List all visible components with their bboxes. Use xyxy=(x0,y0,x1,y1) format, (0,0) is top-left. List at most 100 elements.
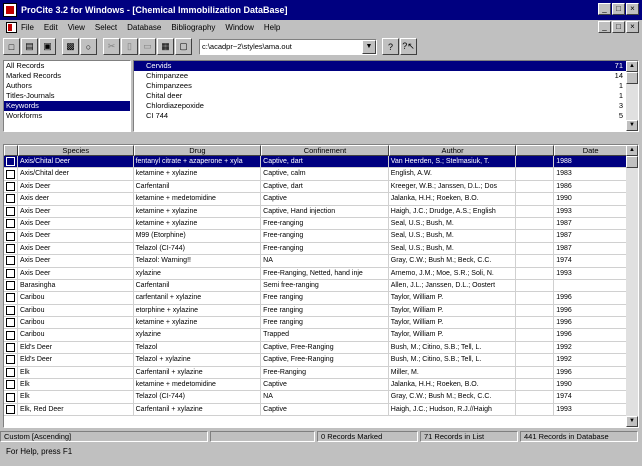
scroll-up-icon[interactable]: ▲ xyxy=(626,61,638,72)
output-style-combo[interactable]: c:\acadpr~2\styles\ama.out ▼ xyxy=(199,38,377,55)
group-item[interactable]: Titles-Journals xyxy=(4,91,130,101)
term-item[interactable]: CI 744 5 xyxy=(134,111,626,121)
table-row[interactable]: Axis Deer ketamine + xylazine Free-ranging… xyxy=(4,217,626,231)
menu-file[interactable]: File xyxy=(21,23,34,32)
group-item[interactable]: Authors xyxy=(4,81,130,91)
column-header-species[interactable]: Species xyxy=(17,145,134,156)
help-button[interactable]: ? xyxy=(382,38,399,55)
mark-checkbox[interactable] xyxy=(5,380,15,390)
column-header-date[interactable]: Date xyxy=(554,145,626,156)
mark-checkbox[interactable] xyxy=(5,157,15,167)
table-row[interactable]: Eld's Deer Telazol Captive, Free-Ranging Bu… xyxy=(4,341,626,355)
minimize-button[interactable]: _ xyxy=(598,3,611,15)
mark-checkbox[interactable] xyxy=(5,268,15,278)
table-row[interactable]: Axis/Chital deer ketamine + xylazine Capti… xyxy=(4,168,626,181)
blank-record-button[interactable]: ▢ xyxy=(175,38,192,55)
table-row[interactable]: Axis Deer Carfentanil Captive, dart Kreeger… xyxy=(4,180,626,194)
mark-checkbox[interactable] xyxy=(5,318,15,328)
table-row[interactable]: Caribou carfentanil + xylazine Free rangin… xyxy=(4,292,626,305)
group-item[interactable]: All Records xyxy=(4,61,130,71)
term-item[interactable]: Chlordiazepoxide 3 xyxy=(134,101,626,111)
table-row[interactable]: Elk, Red Deer Carfentanil + xylazine Capti… xyxy=(4,403,626,417)
column-header-extra[interactable] xyxy=(516,145,555,156)
table-row[interactable]: Axis Deer Telazol: Warning!! NA Gray, C.W.;… xyxy=(4,255,626,268)
doc-close-button[interactable]: × xyxy=(626,21,639,33)
table-scrollbar[interactable]: ▲ ▼ xyxy=(626,145,638,427)
mark-checkbox[interactable] xyxy=(5,293,15,303)
mark-checkbox[interactable] xyxy=(5,206,15,216)
doc-minimize-button[interactable]: _ xyxy=(598,21,611,33)
table-row[interactable]: Axis Deer xylazine Free-Ranging, Netted, h… xyxy=(4,267,626,280)
mark-checkbox[interactable] xyxy=(5,392,15,402)
mark-checkbox[interactable] xyxy=(5,243,15,253)
term-item[interactable]: Chital deer 1 xyxy=(134,91,626,101)
term-item[interactable]: Chimpanzee 14 xyxy=(134,71,626,81)
terms-scroll-thumb[interactable] xyxy=(626,72,638,84)
group-item[interactable]: Marked Records xyxy=(4,71,130,81)
menu-database[interactable]: Database xyxy=(127,23,161,32)
print-button[interactable]: ▩ xyxy=(62,38,79,55)
table-row[interactable]: Axis Deer M99 (Etorphine) Free-ranging Seal… xyxy=(4,230,626,243)
table-row[interactable]: Eld's Deer Telazol + xylazine Captive, Fre… xyxy=(4,354,626,367)
table-row[interactable]: Axis Deer Telazol (CI-744) Free-ranging Sea… xyxy=(4,242,626,256)
open-database-button[interactable]: ▤ xyxy=(21,38,38,55)
table-row[interactable]: Caribou ketamine + xylazine Free ranging Ta… xyxy=(4,317,626,330)
title-bar[interactable]: ProCite 3.2 for Windows - [Chemical Immo… xyxy=(0,0,642,20)
context-help-button[interactable]: ?↖ xyxy=(400,38,417,55)
scroll-up-icon[interactable]: ▲ xyxy=(626,145,638,156)
paste-button[interactable]: ▭ xyxy=(139,38,156,55)
mark-checkbox[interactable] xyxy=(5,355,15,365)
group-item[interactable]: Workforms xyxy=(4,111,130,121)
record-button[interactable]: ▦ xyxy=(157,38,174,55)
menu-bibliography[interactable]: Bibliography xyxy=(171,23,215,32)
menu-select[interactable]: Select xyxy=(95,23,117,32)
mark-checkbox[interactable] xyxy=(5,231,15,241)
mark-checkbox[interactable] xyxy=(5,367,15,377)
mark-checkbox[interactable] xyxy=(5,305,15,315)
doc-restore-button[interactable]: □ xyxy=(612,21,625,33)
chevron-down-icon[interactable]: ▼ xyxy=(362,39,376,54)
save-button[interactable]: ▣ xyxy=(39,38,56,55)
groups-list[interactable]: All Records Marked Records Authors Titles-J… xyxy=(3,60,131,132)
mark-checkbox[interactable] xyxy=(5,330,15,340)
table-row[interactable]: Elk Carfentanil + xylazine Free-Ranging Mil… xyxy=(4,366,626,380)
table-row[interactable]: Caribou etorphine + xylazine Free ranging T… xyxy=(4,304,626,318)
document-icon[interactable] xyxy=(6,22,17,33)
terms-list[interactable]: Cervids 71 Chimpanzee 14 Chimpanzees 1 Chital … xyxy=(133,60,639,132)
column-header-confinement[interactable]: Confinement xyxy=(261,145,389,156)
column-header-author[interactable]: Author xyxy=(388,145,517,156)
table-row[interactable]: Barasingha Carfentanil Semi free-ranging Al… xyxy=(4,279,626,293)
copy-button[interactable]: ▯ xyxy=(121,38,138,55)
procite-app-icon[interactable] xyxy=(3,3,17,17)
column-header-drug[interactable]: Drug xyxy=(133,145,262,156)
mark-checkbox[interactable] xyxy=(5,194,15,204)
mark-checkbox[interactable] xyxy=(5,256,15,266)
mark-checkbox[interactable] xyxy=(5,281,15,291)
mark-checkbox[interactable] xyxy=(5,405,15,414)
column-header-mark[interactable] xyxy=(4,145,18,156)
table-row[interactable]: Axis Deer ketamine + xylazine Captive, Han… xyxy=(4,205,626,218)
scroll-down-icon[interactable]: ▼ xyxy=(626,120,638,131)
new-database-button[interactable]: □ xyxy=(3,38,20,55)
mark-checkbox[interactable] xyxy=(5,219,15,229)
term-item[interactable]: Chimpanzees 1 xyxy=(134,81,626,91)
mark-checkbox[interactable] xyxy=(5,169,15,179)
cut-button[interactable]: ✂ xyxy=(103,38,120,55)
table-row[interactable]: Elk ketamine + medetomidine Captive Jalanka… xyxy=(4,379,626,392)
menu-view[interactable]: View xyxy=(68,23,85,32)
table-row[interactable]: Axis/Chital Deer fentanyl citrate + azape… xyxy=(4,156,626,169)
menu-help[interactable]: Help xyxy=(264,23,280,32)
menu-edit[interactable]: Edit xyxy=(44,23,58,32)
table-scroll-thumb[interactable] xyxy=(626,156,638,168)
close-button[interactable]: × xyxy=(626,3,639,15)
table-row[interactable]: Caribou xylazine Trapped Taylor, William P.… xyxy=(4,329,626,342)
terms-scrollbar[interactable]: ▲ ▼ xyxy=(626,61,638,131)
scroll-down-icon[interactable]: ▼ xyxy=(626,416,638,427)
term-item[interactable]: Cervids 71 xyxy=(134,61,626,71)
table-row[interactable]: Axis deer ketamine + medetomidine Captive J… xyxy=(4,193,626,206)
menu-window[interactable]: Window xyxy=(225,23,253,32)
search-button[interactable]: ○ xyxy=(80,38,97,55)
mark-checkbox[interactable] xyxy=(5,343,15,353)
group-item[interactable]: Keywords xyxy=(4,101,130,111)
table-row[interactable]: Elk Telazol (CI-744) NA Gray, C.W.; Bush M.… xyxy=(4,391,626,404)
